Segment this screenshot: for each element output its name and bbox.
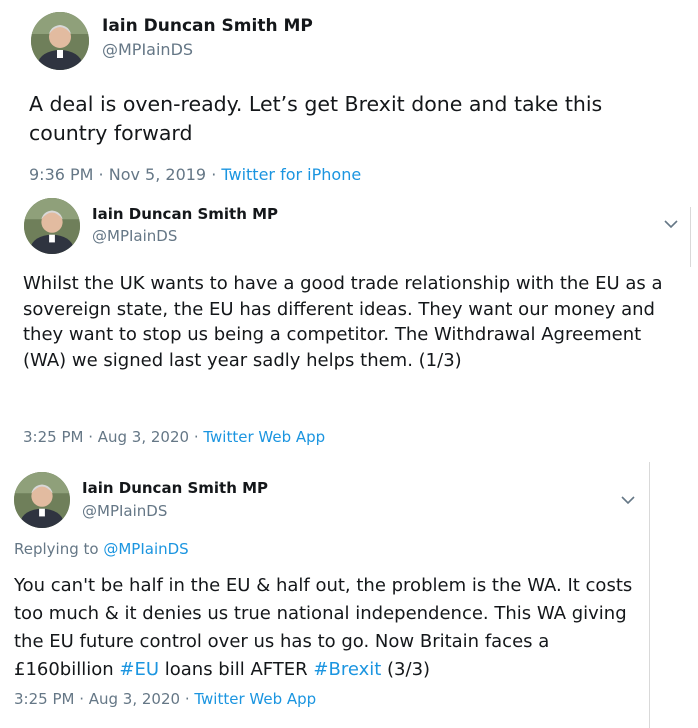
card-edge [649,462,650,728]
author-name[interactable]: Iain Duncan Smith MP [92,205,278,223]
avatar[interactable] [14,472,70,528]
avatar-photo [24,198,80,254]
tweet-text-part: loans bill AFTER [159,659,314,680]
replying-to-label: Replying to [14,540,104,558]
tweet-timestamp[interactable]: 3:25 PM · Aug 3, 2020 · [23,428,203,446]
tweet-meta: 3:25 PM · Aug 3, 2020 · Twitter Web App [14,690,316,708]
hashtag-brexit[interactable]: #Brexit [313,659,381,680]
avatar[interactable] [31,12,89,70]
tweet-1: Iain Duncan Smith MP @MPIainDS A deal is… [0,0,698,193]
tweet-meta: 9:36 PM · Nov 5, 2019 · Twitter for iPho… [29,165,361,184]
tweet-text-part: (3/3) [381,659,431,680]
avatar[interactable] [24,198,80,254]
author-handle[interactable]: @MPIainDS [102,40,193,59]
avatar-photo [31,12,89,70]
tweet-3: Iain Duncan Smith MP @MPIainDS Replying … [0,462,698,728]
tweet-text: Whilst the UK wants to have a good trade… [23,273,663,371]
tweet-2: Iain Duncan Smith MP @MPIainDS Whilst th… [0,193,698,458]
chevron-down-icon[interactable] [664,219,678,229]
avatar-photo [14,472,70,528]
author-name[interactable]: Iain Duncan Smith MP [82,479,268,497]
hashtag-eu[interactable]: #EU [119,659,159,680]
tweet-source-link[interactable]: Twitter Web App [203,428,325,446]
tweet-meta: 3:25 PM · Aug 3, 2020 · Twitter Web App [23,428,325,446]
author-handle[interactable]: @MPIainDS [82,502,167,520]
tweet-timestamp[interactable]: 9:36 PM · Nov 5, 2019 · [29,165,221,184]
card-edge [690,207,691,267]
replying-to: Replying to @MPIainDS [14,540,189,558]
tweet-text: You can't be half in the EU & half out, … [14,572,638,684]
chevron-down-icon[interactable] [621,495,635,505]
replying-to-handle[interactable]: @MPIainDS [103,540,188,558]
author-handle[interactable]: @MPIainDS [92,227,177,245]
tweet-text: A deal is oven-ready. Let’s get Brexit d… [29,92,603,145]
tweet-timestamp[interactable]: 3:25 PM · Aug 3, 2020 · [14,690,194,708]
tweet-source-link[interactable]: Twitter for iPhone [221,165,361,184]
author-name[interactable]: Iain Duncan Smith MP [102,16,313,36]
tweet-source-link[interactable]: Twitter Web App [194,690,316,708]
